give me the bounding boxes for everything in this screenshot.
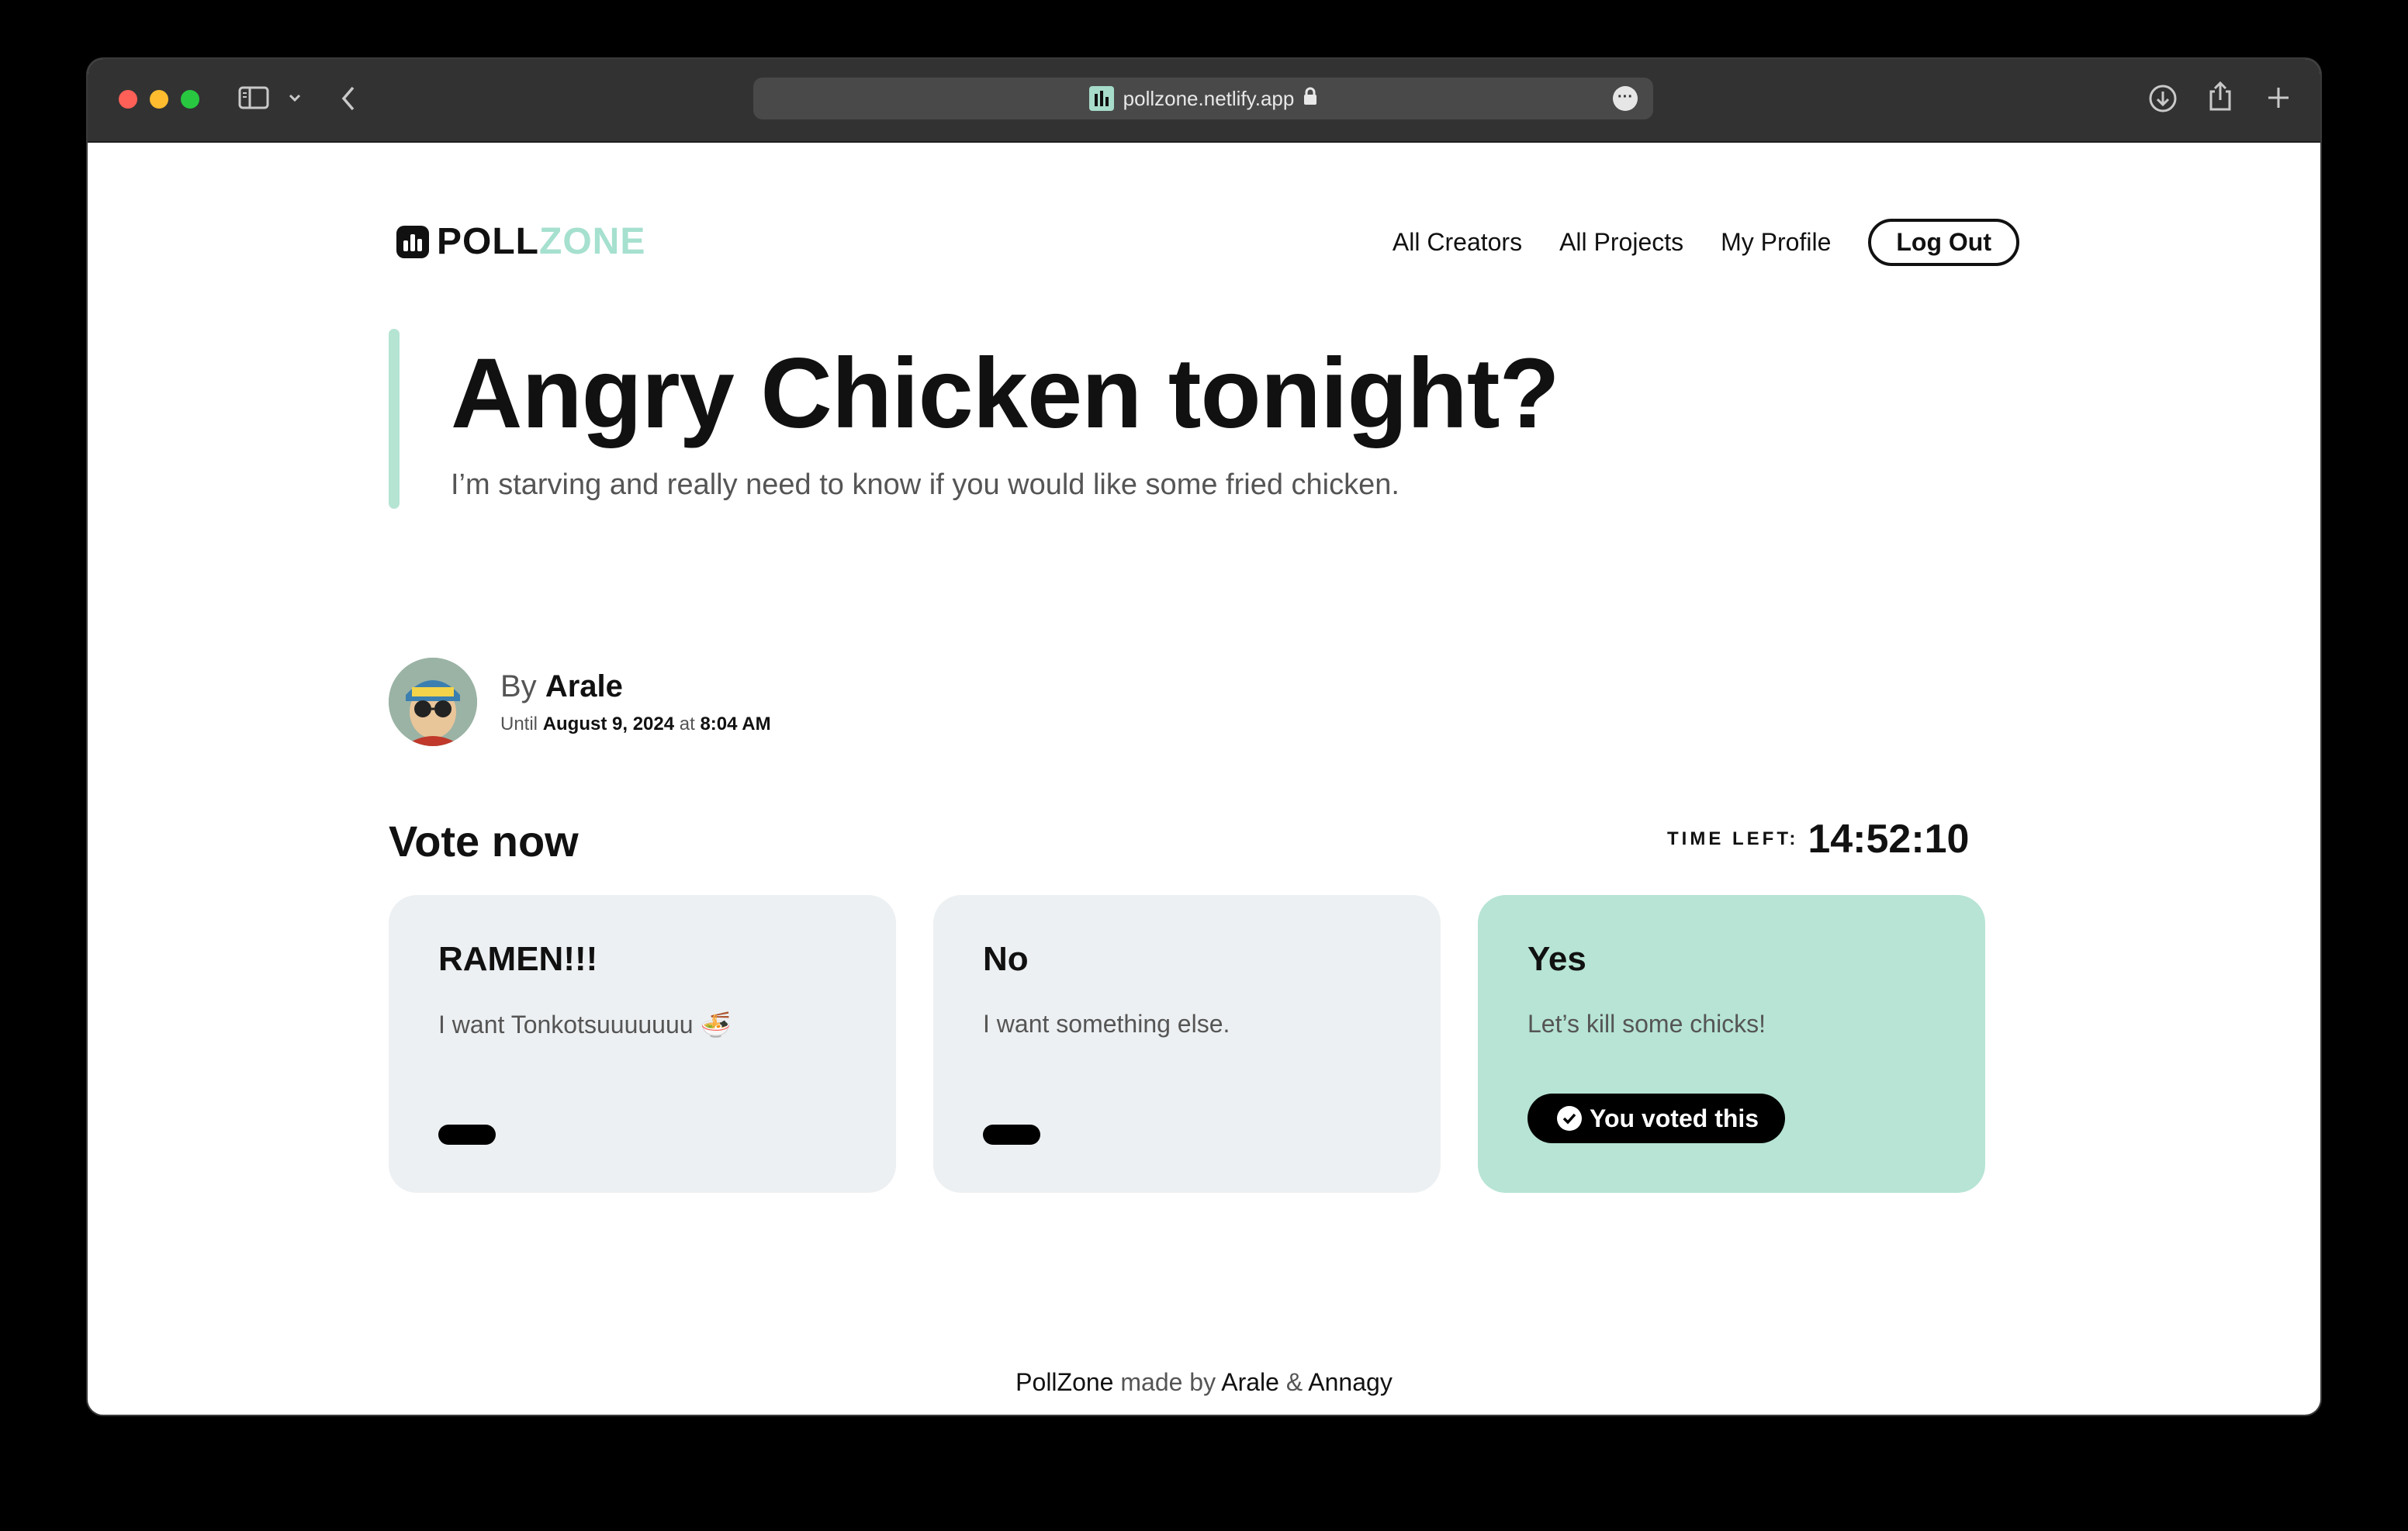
option-description: Let’s kill some chicks!	[1527, 1010, 1766, 1038]
deadline-line: Until August 9, 2024 at 8:04 AM	[500, 713, 771, 734]
avatar[interactable]	[389, 658, 477, 746]
logo-chart-icon	[396, 225, 429, 258]
lock-icon	[1303, 87, 1317, 111]
result-bar	[438, 1125, 496, 1145]
accent-bar	[389, 329, 400, 509]
author-name[interactable]: Arale	[545, 669, 623, 703]
footer-author-2[interactable]: Annagy	[1308, 1368, 1393, 1396]
minimize-window-button[interactable]	[150, 90, 168, 109]
option-title: No	[983, 940, 1029, 978]
nav-all-projects[interactable]: All Projects	[1559, 228, 1683, 257]
pollzone-logo[interactable]: POLLZONE	[396, 220, 645, 263]
poll-title: Angry Chicken tonight?	[451, 338, 1560, 449]
footer-author-1[interactable]: Arale	[1221, 1368, 1279, 1396]
site-favicon-icon	[1088, 86, 1114, 111]
footer: PollZone made by Arale & Annagy	[88, 1368, 2320, 1397]
time-left-value: 14:52:10	[1808, 817, 1970, 862]
nav-my-profile[interactable]: My Profile	[1721, 228, 1831, 257]
author-section: By Arale Until August 9, 2024 at 8:04 AM	[389, 658, 771, 746]
vote-options: RAMEN!!! I want Tonkotsuuuuuuu 🍜 No I wa…	[389, 895, 1985, 1193]
zoom-window-button[interactable]	[181, 90, 199, 109]
browser-toolbar: pollzone.netlify.app ···	[88, 59, 2320, 143]
option-card-ramen[interactable]: RAMEN!!! I want Tonkotsuuuuuuu 🍜	[389, 895, 896, 1193]
option-description: I want something else.	[983, 1010, 1230, 1038]
option-card-yes[interactable]: Yes Let’s kill some chicks! You voted th…	[1478, 895, 1985, 1193]
option-card-no[interactable]: No I want something else.	[933, 895, 1441, 1193]
voted-label: You voted this	[1590, 1104, 1759, 1132]
countdown: TIME LEFT: 14:52:10	[1667, 816, 1969, 862]
chevron-down-icon[interactable]	[288, 93, 302, 102]
poll-description: I’m starving and really need to know if …	[451, 468, 1399, 501]
time-left-label: TIME LEFT:	[1667, 828, 1799, 849]
url-text: pollzone.netlify.app	[1123, 86, 1295, 110]
browser-window: pollzone.netlify.app ··· POLLZONE All Cr…	[88, 59, 2320, 1415]
new-tab-icon[interactable]	[2266, 85, 2291, 110]
main-nav: All Creators All Projects My Profile Log…	[1393, 219, 2019, 266]
back-icon[interactable]	[341, 85, 356, 112]
nav-all-creators[interactable]: All Creators	[1393, 228, 1522, 257]
option-title: Yes	[1527, 940, 1586, 978]
option-title: RAMEN!!!	[438, 940, 598, 978]
page-content: POLLZONE All Creators All Projects My Pr…	[88, 143, 2320, 1415]
more-options-icon[interactable]: ···	[1613, 86, 1638, 111]
footer-made-by: made by	[1120, 1368, 1216, 1396]
footer-amp: &	[1285, 1368, 1303, 1396]
address-bar[interactable]: pollzone.netlify.app ···	[753, 78, 1653, 119]
vote-heading: Vote now	[389, 817, 579, 866]
check-circle-icon	[1557, 1106, 1582, 1131]
logo-text: POLLZONE	[437, 221, 646, 262]
option-description: I want Tonkotsuuuuuuu 🍜	[438, 1011, 732, 1039]
author-line: By Arale	[500, 669, 623, 703]
voted-badge: You voted this	[1527, 1094, 1786, 1143]
log-out-button[interactable]: Log Out	[1868, 219, 2019, 266]
share-icon[interactable]	[2207, 81, 2233, 112]
downloads-icon[interactable]	[2148, 84, 2178, 113]
result-bar	[983, 1125, 1040, 1145]
footer-brand: PollZone	[1015, 1368, 1114, 1396]
sidebar-icon[interactable]	[238, 85, 269, 110]
close-window-button[interactable]	[119, 90, 137, 109]
